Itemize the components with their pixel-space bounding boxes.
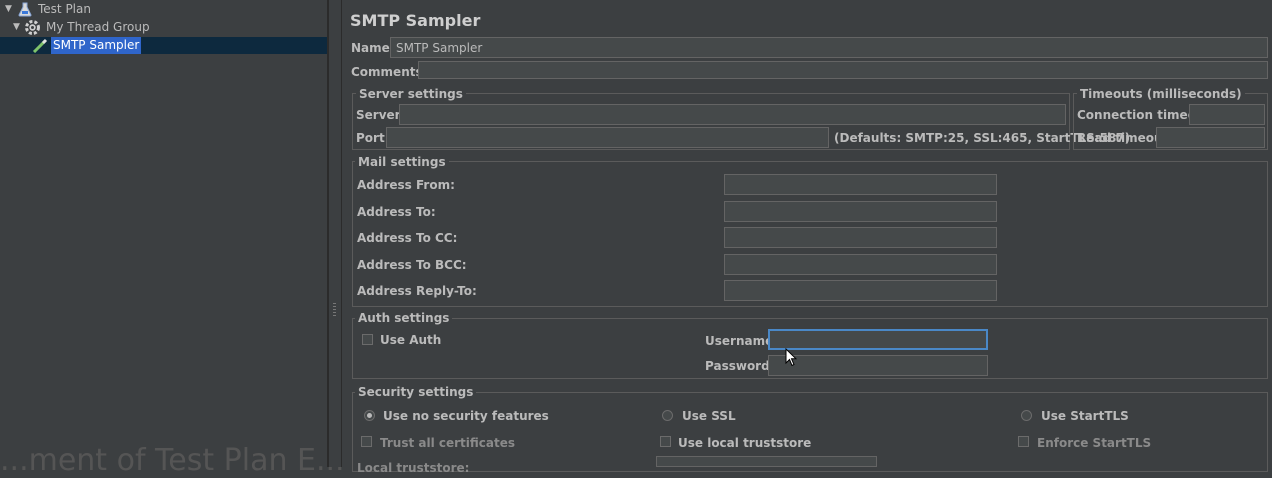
port-label: Port:: [356, 131, 390, 145]
divider-grip-icon[interactable]: [333, 303, 336, 317]
mail-settings-legend: Mail settings: [355, 155, 449, 169]
connection-timeout-input[interactable]: [1189, 104, 1265, 125]
use-ssl-radio[interactable]: [662, 410, 673, 421]
enforce-starttls-label[interactable]: Enforce StartTLS: [1037, 436, 1151, 450]
address-bcc-input[interactable]: [724, 254, 997, 275]
username-input[interactable]: [768, 329, 988, 350]
expand-triangle-icon[interactable]: ▼: [13, 19, 20, 36]
pipette-icon: [32, 38, 48, 53]
no-security-radio[interactable]: [364, 410, 375, 421]
address-reply-to-input[interactable]: [724, 280, 997, 301]
server-label: Server:: [356, 108, 406, 122]
trust-all-certificates-checkbox[interactable]: [361, 436, 372, 447]
watermark-text: ...ment of Test Plan E...: [0, 443, 345, 478]
comments-input[interactable]: [418, 61, 1268, 79]
use-starttls-label[interactable]: Use StartTLS: [1041, 409, 1129, 423]
address-reply-to-label: Address Reply-To:: [357, 284, 477, 298]
local-truststore-input[interactable]: [656, 456, 877, 467]
tree-node-label: My Thread Group: [46, 20, 150, 34]
comments-label: Comments:: [351, 65, 428, 79]
tree-node-thread-group[interactable]: ▼ My Thread Group: [0, 19, 200, 36]
test-plan-tree[interactable]: ▼ Test Plan ▼ My Thread Group SMTP Sampl…: [0, 0, 345, 476]
auth-settings-legend: Auth settings: [355, 311, 453, 325]
use-auth-checkbox[interactable]: [362, 334, 373, 345]
gear-icon: [25, 20, 40, 35]
use-local-truststore-label[interactable]: Use local truststore: [678, 436, 811, 450]
use-auth-label[interactable]: Use Auth: [380, 333, 441, 347]
trust-all-certificates-label[interactable]: Trust all certificates: [380, 436, 515, 450]
address-to-label: Address To:: [357, 205, 436, 219]
address-cc-label: Address To CC:: [357, 231, 458, 245]
flask-icon: [18, 2, 32, 17]
enforce-starttls-checkbox[interactable]: [1018, 436, 1029, 447]
mouse-cursor-icon: [785, 348, 797, 367]
server-settings-legend: Server settings: [356, 87, 466, 101]
address-cc-input[interactable]: [724, 227, 997, 248]
address-from-label: Address From:: [357, 178, 455, 192]
use-local-truststore-checkbox[interactable]: [660, 436, 671, 447]
no-security-label[interactable]: Use no security features: [383, 409, 549, 423]
page-title: SMTP Sampler: [350, 11, 481, 30]
server-input[interactable]: [399, 104, 1066, 125]
tree-node-smtp-sampler[interactable]: SMTP Sampler: [0, 37, 200, 54]
expand-triangle-icon[interactable]: ▼: [5, 1, 12, 18]
use-ssl-label[interactable]: Use SSL: [682, 409, 736, 423]
password-input[interactable]: [768, 355, 988, 376]
use-starttls-radio[interactable]: [1021, 410, 1032, 421]
split-pane-divider[interactable]: [328, 0, 342, 467]
port-input[interactable]: [386, 127, 829, 148]
name-input[interactable]: [390, 37, 1268, 58]
security-settings-legend: Security settings: [355, 385, 477, 399]
address-bcc-label: Address To BCC:: [357, 258, 467, 272]
read-timeout-input[interactable]: [1156, 127, 1265, 148]
name-label: Name:: [351, 41, 395, 55]
tree-node-test-plan[interactable]: ▼ Test Plan: [0, 1, 200, 18]
address-from-input[interactable]: [724, 174, 997, 195]
password-label: Password:: [705, 359, 775, 373]
local-truststore-label: Local truststore:: [357, 461, 470, 475]
tree-node-label: SMTP Sampler: [51, 37, 142, 54]
address-to-input[interactable]: [724, 201, 997, 222]
timeouts-legend: Timeouts (milliseconds): [1077, 87, 1245, 101]
tree-node-label: Test Plan: [38, 2, 91, 16]
